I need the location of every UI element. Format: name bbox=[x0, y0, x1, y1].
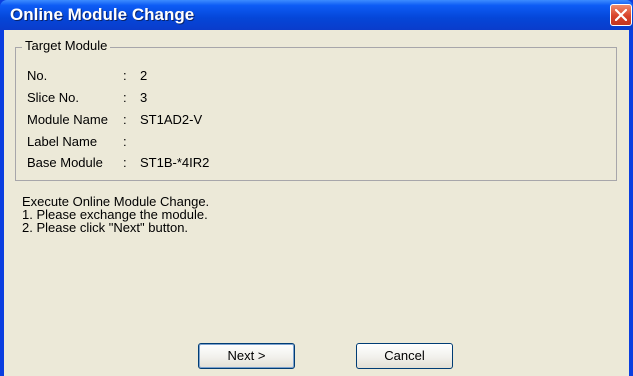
dialog-body: Target Module No. : 2 Slice No. : 3 Modu… bbox=[4, 30, 629, 376]
field-colon: : bbox=[123, 90, 127, 105]
field-label: Label Name bbox=[27, 134, 98, 149]
field-label: Slice No. bbox=[27, 90, 80, 105]
field-value: ST1AD2-V bbox=[140, 112, 203, 127]
cancel-button[interactable]: Cancel bbox=[356, 343, 453, 369]
title-bar[interactable]: Online Module Change bbox=[0, 0, 633, 30]
field-label: Module Name bbox=[27, 112, 108, 127]
close-button[interactable] bbox=[610, 4, 632, 26]
next-button[interactable]: Next > bbox=[198, 343, 295, 369]
field-label: No. bbox=[27, 68, 48, 83]
target-module-group-label: Target Module bbox=[22, 38, 111, 53]
field-value: 2 bbox=[140, 68, 148, 83]
field-colon: : bbox=[123, 155, 127, 170]
field-colon: : bbox=[123, 68, 127, 83]
field-label: Base Module bbox=[27, 155, 103, 170]
window-title: Online Module Change bbox=[10, 5, 195, 24]
instruction-line: 2. Please click "Next" button. bbox=[22, 220, 189, 235]
instructions-text: Execute Online Module Change. 1. Please … bbox=[22, 195, 209, 234]
field-colon: : bbox=[123, 134, 127, 149]
dialog-window: Online Module Change Target Module No. :… bbox=[0, 0, 633, 376]
field-value: 3 bbox=[140, 90, 148, 105]
close-icon bbox=[615, 9, 627, 21]
field-colon: : bbox=[123, 112, 127, 127]
field-value: ST1B-*4IR2 bbox=[140, 155, 210, 170]
